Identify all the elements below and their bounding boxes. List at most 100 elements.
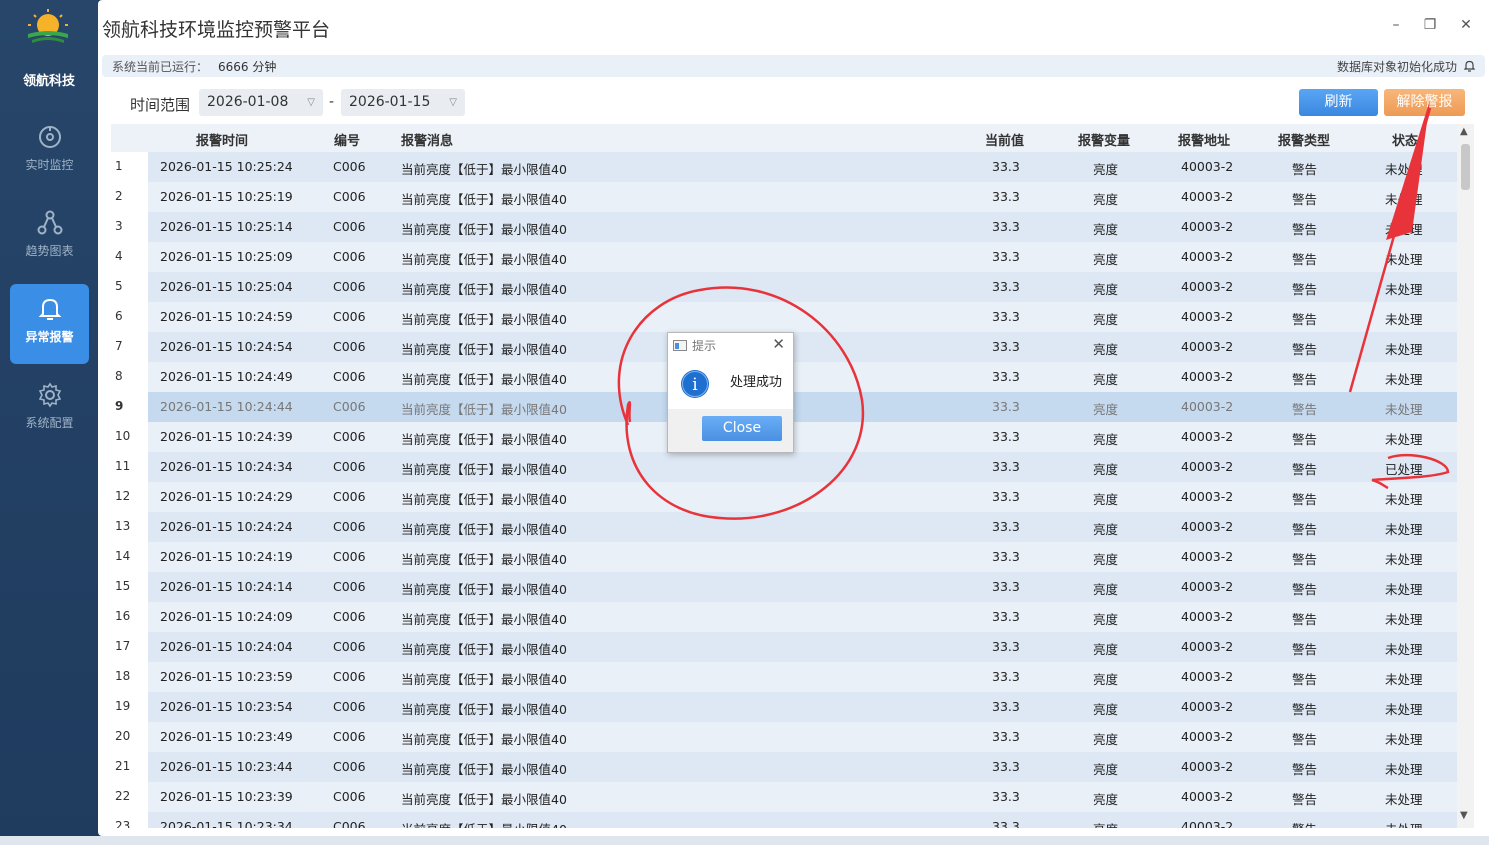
status-bar: 系统当前已运行： 6666 分钟 数据库对象初始化成功 (102, 55, 1485, 77)
message-dialog: 提示 ✕ i 处理成功 Close (667, 332, 794, 453)
cell-status: 未处理 (1385, 792, 1423, 807)
column-header[interactable]: 报警地址 (1178, 130, 1230, 149)
cell-var: 亮度 (1093, 702, 1119, 717)
row-cells[interactable]: 2026-01-15 10:25:09 C006 当前亮度【低于】最小限值40 33.… (148, 242, 1457, 272)
row-cells[interactable]: 2026-01-15 10:25:04 C006 当前亮度【低于】最小限值40 33.… (148, 272, 1457, 302)
row-cells[interactable]: 2026-01-15 10:25:14 C006 当前亮度【低于】最小限值40 33.… (148, 212, 1457, 242)
cell-id: C006 (333, 759, 366, 774)
row-cells[interactable]: 2026-01-15 10:23:34 C006 当前亮度【低于】最小限值40 33.… (148, 812, 1457, 828)
cell-type: 警告 (1292, 432, 1318, 447)
bell-icon (38, 298, 61, 320)
row-cells[interactable]: 2026-01-15 10:24:04 C006 当前亮度【低于】最小限值40 33.… (148, 632, 1457, 662)
row-cells[interactable]: 2026-01-15 10:24:44 C006 当前亮度【低于】最小限值40 33.… (148, 392, 1457, 422)
minimize-button[interactable]: – (1388, 17, 1404, 33)
cell-status: 未处理 (1385, 612, 1423, 627)
nav-trend-charts[interactable]: 趋势图表 (10, 198, 89, 278)
row-cells[interactable]: 2026-01-15 10:24:34 C006 当前亮度【低于】最小限值40 33.… (148, 452, 1457, 482)
cell-id: C006 (333, 789, 366, 804)
row-cells[interactable]: 2026-01-15 10:23:44 C006 当前亮度【低于】最小限值40 33.… (148, 752, 1457, 782)
table-row[interactable]: 4 2026-01-15 10:25:09 C006 当前亮度【低于】最小限值40 33… (111, 242, 1457, 272)
cell-msg: 当前亮度【低于】最小限值40 (401, 522, 567, 537)
table-row[interactable]: 3 2026-01-15 10:25:14 C006 当前亮度【低于】最小限值40 33… (111, 212, 1457, 242)
cell-id: C006 (333, 819, 366, 828)
table-row[interactable]: 21 2026-01-15 10:23:44 C006 当前亮度【低于】最小限值40 3… (111, 752, 1457, 782)
column-header[interactable]: 报警消息 (401, 130, 453, 149)
cell-status: 未处理 (1385, 642, 1423, 657)
row-cells[interactable]: 2026-01-15 10:24:09 C006 当前亮度【低于】最小限值40 33.… (148, 602, 1457, 632)
table-row[interactable]: 22 2026-01-15 10:23:39 C006 当前亮度【低于】最小限值40 3… (111, 782, 1457, 812)
cell-type: 警告 (1292, 522, 1318, 537)
refresh-button[interactable]: 刷新 (1299, 89, 1378, 116)
row-cells[interactable]: 2026-01-15 10:23:59 C006 当前亮度【低于】最小限值40 33.… (148, 662, 1457, 692)
column-header[interactable]: 报警类型 (1278, 130, 1330, 149)
start-date-picker[interactable]: 2026-01-08 ▽ (199, 89, 323, 116)
table-row[interactable]: 2 2026-01-15 10:25:19 C006 当前亮度【低于】最小限值40 33… (111, 182, 1457, 212)
cell-status: 未处理 (1385, 402, 1423, 417)
table-row[interactable]: 14 2026-01-15 10:24:19 C006 当前亮度【低于】最小限值40 3… (111, 542, 1457, 572)
row-cells[interactable]: 2026-01-15 10:24:59 C006 当前亮度【低于】最小限值40 33.… (148, 302, 1457, 332)
row-cells[interactable]: 2026-01-15 10:23:49 C006 当前亮度【低于】最小限值40 33.… (148, 722, 1457, 752)
column-header[interactable]: 编号 (334, 130, 360, 149)
cell-addr: 40003-2 (1181, 189, 1234, 204)
cell-msg: 当前亮度【低于】最小限值40 (401, 282, 567, 297)
runtime-label: 系统当前已运行： (112, 60, 209, 74)
cell-time: 2026-01-15 10:24:49 (160, 369, 293, 384)
row-cells[interactable]: 2026-01-15 10:25:19 C006 当前亮度【低于】最小限值40 33.… (148, 182, 1457, 212)
cell-id: C006 (333, 609, 366, 624)
close-icon[interactable]: ✕ (772, 335, 785, 353)
cell-time: 2026-01-15 10:25:19 (160, 189, 293, 204)
close-window-button[interactable]: ✕ (1458, 17, 1474, 33)
table-row[interactable]: 12 2026-01-15 10:24:29 C006 当前亮度【低于】最小限值40 3… (111, 482, 1457, 512)
column-header[interactable]: 状态 (1392, 130, 1418, 149)
end-date-picker[interactable]: 2026-01-15 ▽ (341, 89, 465, 116)
restore-button[interactable]: ❐ (1422, 17, 1438, 33)
bell-icon[interactable] (1464, 60, 1475, 72)
table-row[interactable]: 13 2026-01-15 10:24:24 C006 当前亮度【低于】最小限值40 3… (111, 512, 1457, 542)
cell-msg: 当前亮度【低于】最小限值40 (401, 162, 567, 177)
table-row[interactable]: 6 2026-01-15 10:24:59 C006 当前亮度【低于】最小限值40 33… (111, 302, 1457, 332)
cell-var: 亮度 (1093, 642, 1119, 657)
nav-realtime-monitor[interactable]: 实时监控 (10, 112, 89, 192)
row-cells[interactable]: 2026-01-15 10:24:14 C006 当前亮度【低于】最小限值40 33.… (148, 572, 1457, 602)
cell-val: 33.3 (992, 579, 1020, 594)
cell-id: C006 (333, 429, 366, 444)
scroll-up-icon[interactable]: ▲ (1460, 126, 1468, 137)
table-row[interactable]: 20 2026-01-15 10:23:49 C006 当前亮度【低于】最小限值40 3… (111, 722, 1457, 752)
scroll-thumb[interactable] (1461, 144, 1470, 190)
cell-id: C006 (333, 459, 366, 474)
nav-alarm[interactable]: 异常报警 (10, 284, 89, 364)
table-row[interactable]: 19 2026-01-15 10:23:54 C006 当前亮度【低于】最小限值40 3… (111, 692, 1457, 722)
row-cells[interactable]: 2026-01-15 10:24:29 C006 当前亮度【低于】最小限值40 33.… (148, 482, 1457, 512)
row-cells[interactable]: 2026-01-15 10:23:54 C006 当前亮度【低于】最小限值40 33.… (148, 692, 1457, 722)
table-row[interactable]: 23 2026-01-15 10:23:34 C006 当前亮度【低于】最小限值40 3… (111, 812, 1457, 828)
cell-msg: 当前亮度【低于】最小限值40 (401, 192, 567, 207)
row-cells[interactable]: 2026-01-15 10:24:24 C006 当前亮度【低于】最小限值40 33.… (148, 512, 1457, 542)
cell-type: 警告 (1292, 612, 1318, 627)
table-row[interactable]: 15 2026-01-15 10:24:14 C006 当前亮度【低于】最小限值40 3… (111, 572, 1457, 602)
nav-system-config[interactable]: 系统配置 (10, 370, 89, 450)
column-header[interactable]: 当前值 (985, 130, 1024, 149)
table-row[interactable]: 17 2026-01-15 10:24:04 C006 当前亮度【低于】最小限值40 3… (111, 632, 1457, 662)
table-row[interactable]: 11 2026-01-15 10:24:34 C006 当前亮度【低于】最小限值40 3… (111, 452, 1457, 482)
row-cells[interactable]: 2026-01-15 10:24:49 C006 当前亮度【低于】最小限值40 33.… (148, 362, 1457, 392)
cell-var: 亮度 (1093, 282, 1119, 297)
table-row[interactable]: 5 2026-01-15 10:25:04 C006 当前亮度【低于】最小限值40 33… (111, 272, 1457, 302)
table-row[interactable]: 1 2026-01-15 10:25:24 C006 当前亮度【低于】最小限值40 33… (111, 152, 1457, 182)
row-cells[interactable]: 2026-01-15 10:24:39 C006 当前亮度【低于】最小限值40 33.… (148, 422, 1457, 452)
row-cells[interactable]: 2026-01-15 10:24:54 C006 当前亮度【低于】最小限值40 33.… (148, 332, 1457, 362)
info-icon: i (681, 370, 709, 398)
vertical-scrollbar[interactable]: ▲ ▼ (1457, 124, 1474, 828)
row-cells[interactable]: 2026-01-15 10:24:19 C006 当前亮度【低于】最小限值40 33.… (148, 542, 1457, 572)
clear-alarm-button[interactable]: 解除警报 (1384, 89, 1465, 116)
bottom-edge (0, 836, 1489, 845)
dialog-close-button[interactable]: Close (702, 416, 782, 441)
cell-type: 警告 (1292, 162, 1318, 177)
column-header[interactable]: 报警时间 (196, 130, 248, 149)
row-cells[interactable]: 2026-01-15 10:25:24 C006 当前亮度【低于】最小限值40 33.… (148, 152, 1457, 182)
table-row[interactable]: 16 2026-01-15 10:24:09 C006 当前亮度【低于】最小限值40 3… (111, 602, 1457, 632)
scroll-down-icon[interactable]: ▼ (1460, 810, 1468, 821)
row-cells[interactable]: 2026-01-15 10:23:39 C006 当前亮度【低于】最小限值40 33.… (148, 782, 1457, 812)
table-row[interactable]: 18 2026-01-15 10:23:59 C006 当前亮度【低于】最小限值40 3… (111, 662, 1457, 692)
column-header[interactable]: 报警变量 (1078, 130, 1130, 149)
cell-var: 亮度 (1093, 192, 1119, 207)
